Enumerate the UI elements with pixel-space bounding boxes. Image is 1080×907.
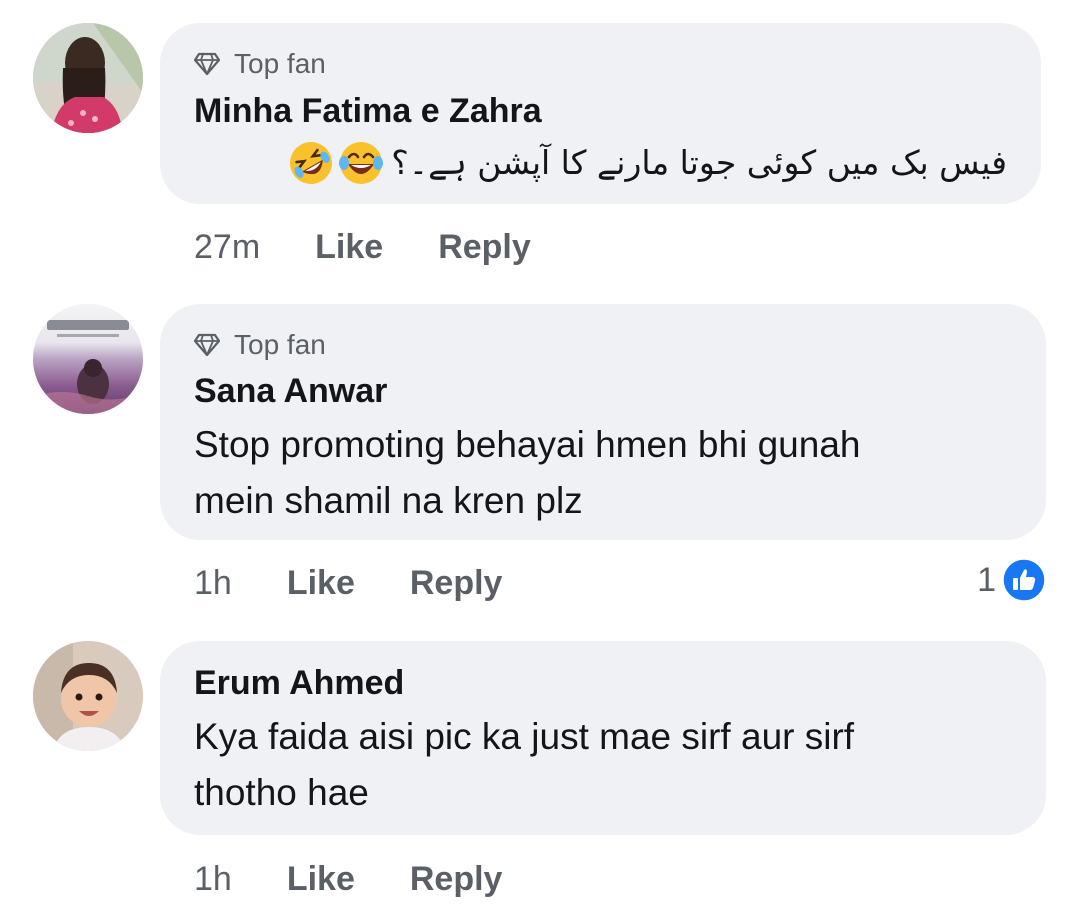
comments-thread: Top fan Minha Fatima e Zahra فیس بک میں … [0, 0, 1080, 907]
top-fan-badge: Top fan [194, 48, 1007, 80]
badge-label: Top fan [234, 329, 326, 360]
thumbs-up-icon [1002, 558, 1046, 602]
comment-text-body: فیس بک میں کوئی جوتا مارنے کا آپشن ہے۔؟ [391, 143, 1007, 182]
emoji-group [285, 139, 385, 187]
avatar[interactable] [33, 641, 143, 751]
commenter-name[interactable]: Erum Ahmed [194, 663, 1012, 703]
rolling-on-floor-laughing-icon [290, 142, 333, 184]
timestamp[interactable]: 1h [194, 859, 232, 899]
comment-text-line: mein shamil na kren plz [194, 480, 583, 521]
comment-bubble: Top fan Sana Anwar Stop promoting behaya… [160, 304, 1046, 540]
commenter-name[interactable]: Sana Anwar [194, 371, 1012, 411]
comment-text: فیس بک میں کوئی جوتا مارنے کا آپشن ہے۔؟ [194, 135, 1007, 191]
reply-button[interactable]: Reply [410, 563, 503, 603]
comment-bubble: Top fan Minha Fatima e Zahra فیس بک میں … [160, 23, 1041, 204]
reaction-summary[interactable]: 1 [977, 558, 1046, 602]
comment-actions: 1h Like Reply [194, 859, 502, 899]
timestamp[interactable]: 1h [194, 563, 232, 603]
avatar[interactable] [33, 304, 143, 414]
avatar-photo-icon [33, 304, 143, 414]
comment-text-line: Stop promoting behayai hmen bhi gunah [194, 424, 861, 465]
avatar[interactable] [33, 23, 143, 133]
avatar-photo-icon [33, 23, 143, 133]
like-button[interactable]: Like [287, 563, 355, 603]
avatar-photo-icon [33, 641, 143, 751]
timestamp[interactable]: 27m [194, 227, 260, 267]
reaction-count: 1 [977, 560, 996, 599]
top-fan-badge: Top fan [194, 329, 1012, 361]
comment-actions: 27m Like Reply [194, 227, 531, 267]
diamond-icon [194, 333, 220, 357]
face-with-tears-of-joy-icon [339, 142, 384, 184]
comment-bubble: Erum Ahmed Kya faida aisi pic ka just ma… [160, 641, 1046, 835]
commenter-name[interactable]: Minha Fatima e Zahra [194, 91, 1007, 131]
like-button[interactable]: Like [315, 227, 383, 267]
like-button[interactable]: Like [287, 859, 355, 899]
comment-text-line: Kya faida aisi pic ka just mae sirf aur … [194, 716, 855, 757]
reply-button[interactable]: Reply [438, 227, 531, 267]
diamond-icon [194, 52, 220, 76]
badge-label: Top fan [234, 48, 326, 79]
comment-text-line: thotho hae [194, 772, 369, 813]
reply-button[interactable]: Reply [410, 859, 503, 899]
comment-actions: 1h Like Reply [194, 563, 502, 603]
